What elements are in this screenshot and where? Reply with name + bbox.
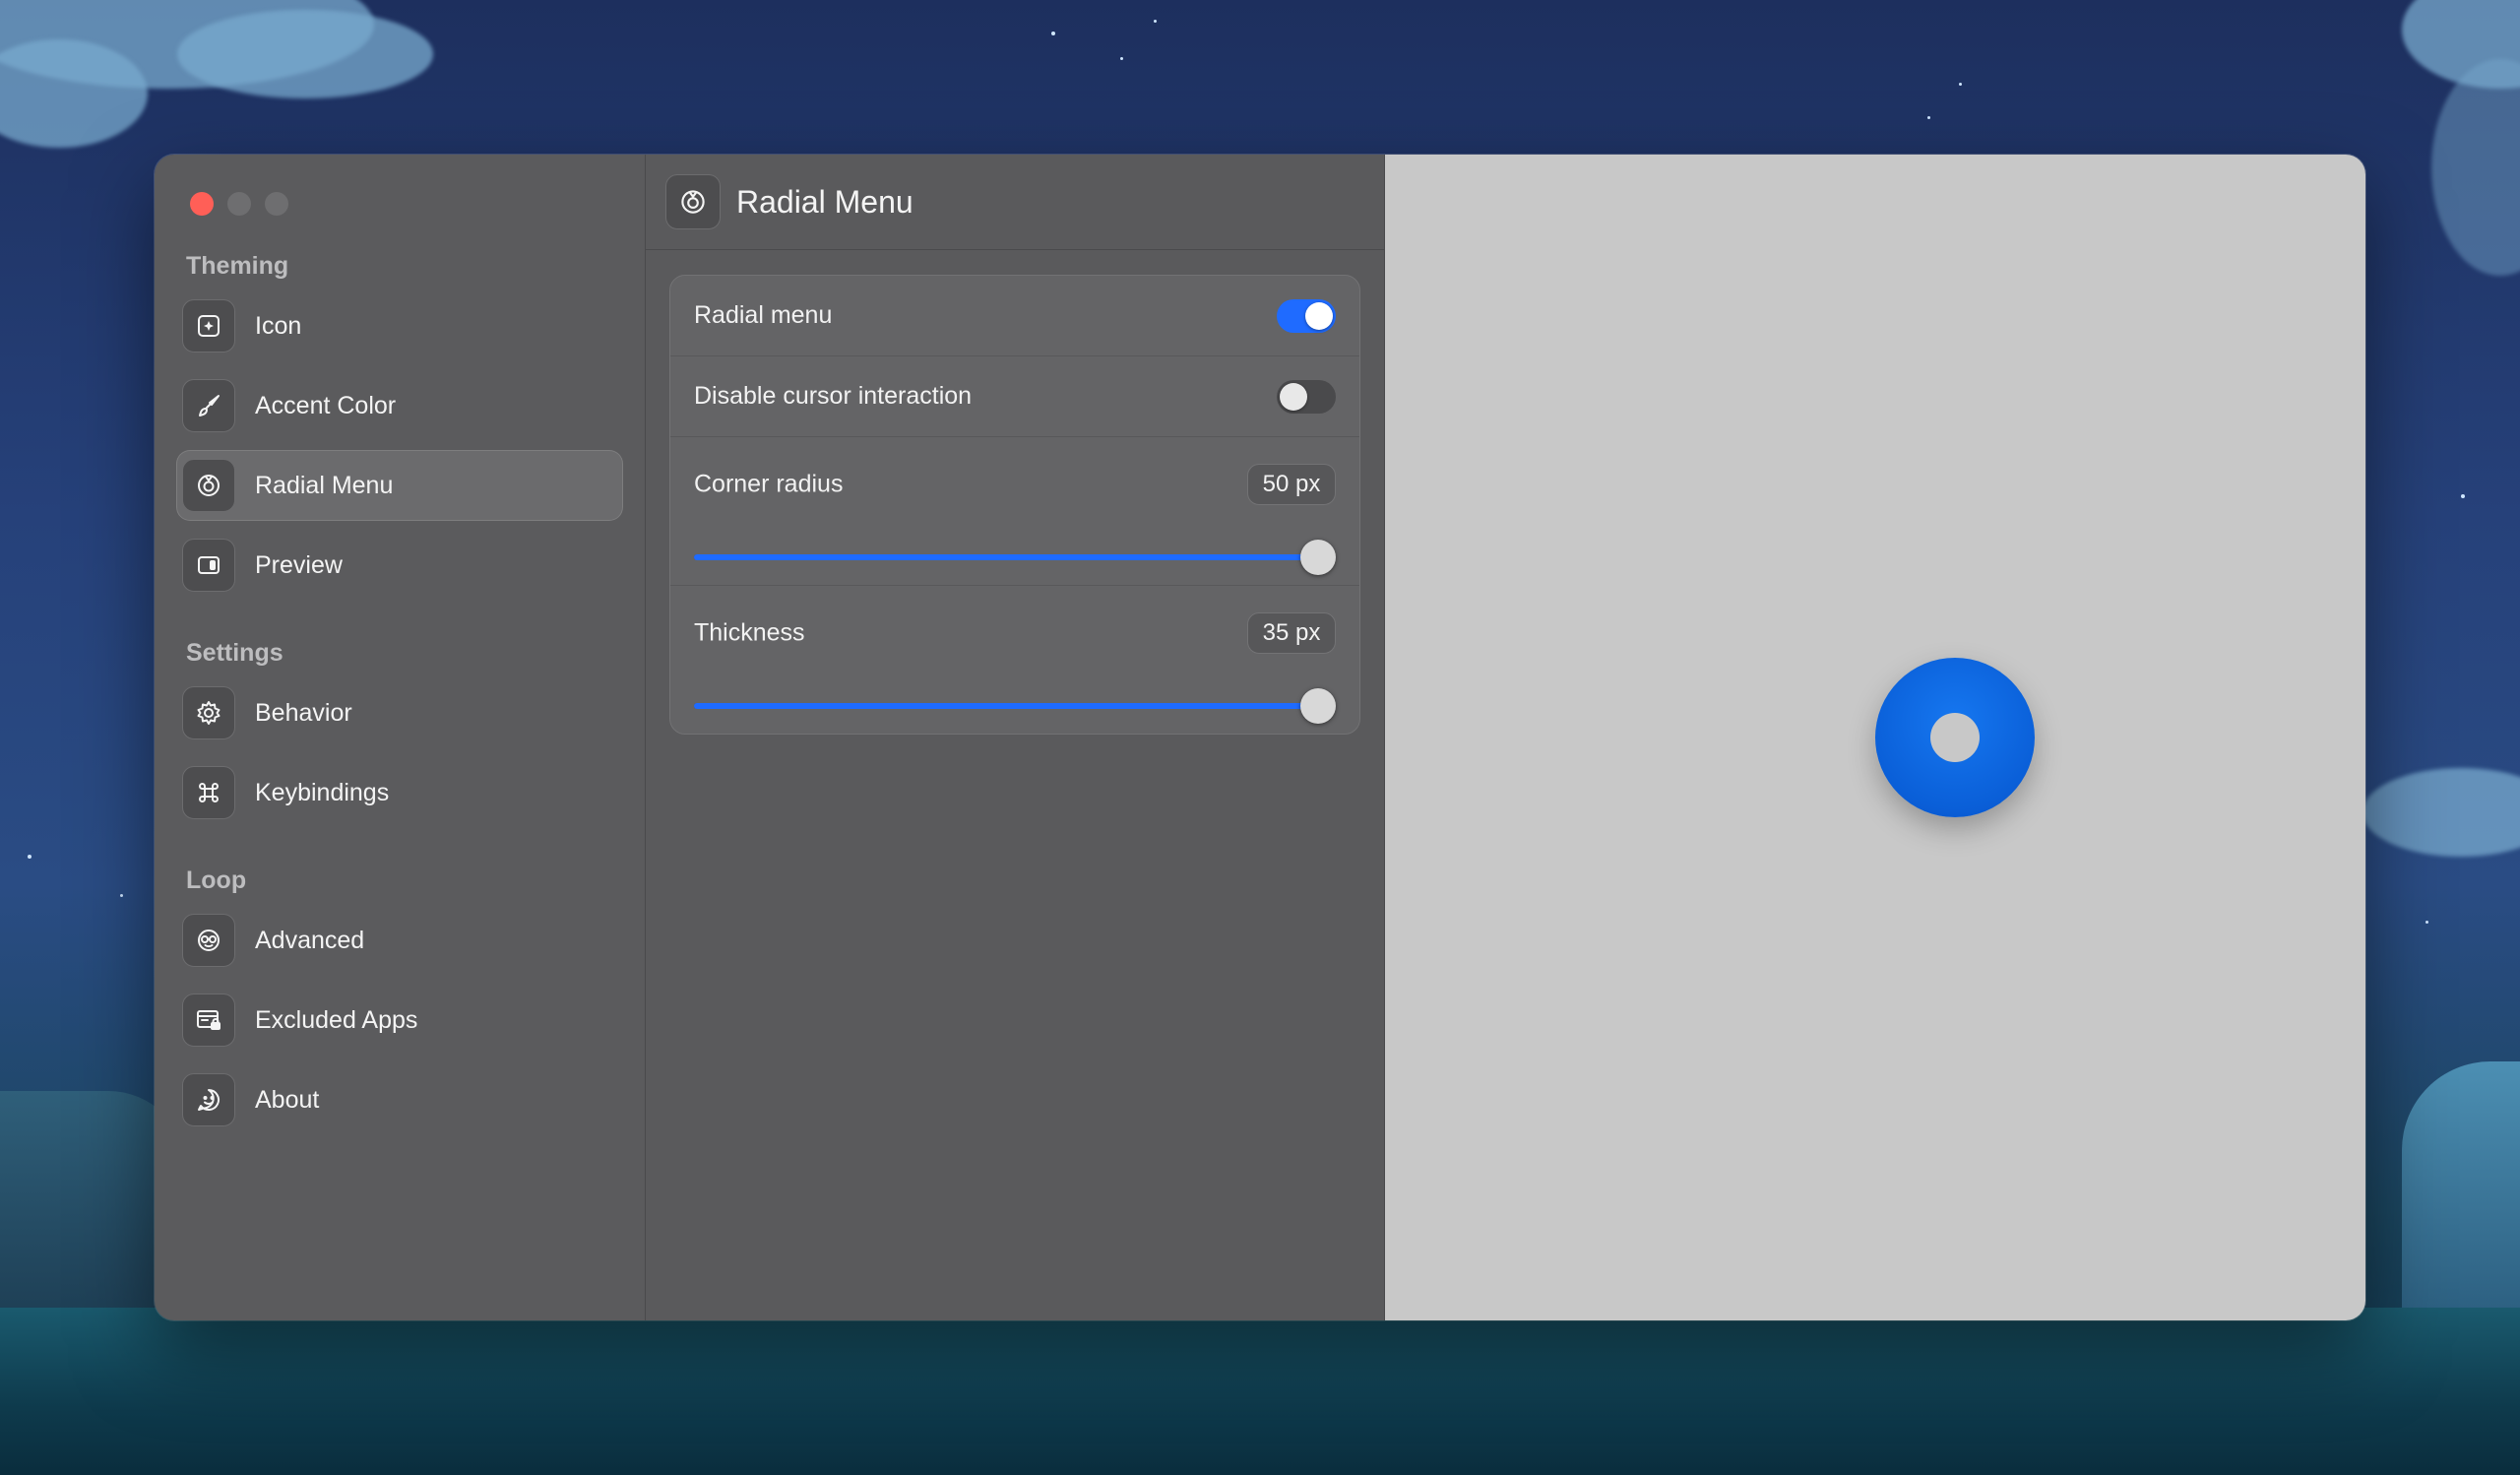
- radial-menu-preview: [1385, 155, 2365, 1320]
- star: [120, 894, 123, 897]
- slider-fill: [694, 554, 1318, 560]
- section-title: Theming: [186, 252, 289, 280]
- sidebar-item-accent-color[interactable]: Accent Color: [176, 370, 623, 441]
- toggle-knob: [1280, 383, 1307, 411]
- glasses-face-icon: [182, 914, 235, 967]
- corner-radius-row: Corner radius 50 px: [670, 437, 1359, 586]
- paintbrush-icon: [182, 379, 235, 432]
- thickness-value-field[interactable]: 35 px: [1247, 612, 1336, 654]
- radial-menu-toggle[interactable]: [1277, 299, 1336, 333]
- sea: [0, 1308, 2520, 1475]
- settings-card: Radial menu Disable cursor interaction C…: [669, 275, 1360, 735]
- radial-menu-center: [1930, 713, 1980, 762]
- thickness-label: Thickness: [694, 618, 805, 647]
- disable-cursor-label: Disable cursor interaction: [694, 382, 973, 410]
- sidebar-item-label: About: [255, 1085, 320, 1114]
- sidebar-item-excluded-apps[interactable]: Excluded Apps: [176, 985, 623, 1056]
- sidebar-item-label: Icon: [255, 311, 302, 340]
- window-lock-icon: [182, 994, 235, 1047]
- settings-window: Theming Icon Accent Color Radial Menu Pr…: [155, 155, 2365, 1320]
- page-title: Radial Menu: [736, 183, 914, 220]
- sidebar-item-advanced[interactable]: Advanced: [176, 905, 623, 976]
- star: [1154, 20, 1157, 23]
- cloud: [2362, 768, 2520, 857]
- star: [1051, 32, 1055, 35]
- window-controls: [190, 192, 288, 216]
- zoom-button[interactable]: [265, 192, 288, 216]
- corner-radius-value-field[interactable]: 50 px: [1247, 464, 1336, 505]
- disable-cursor-row: Disable cursor interaction: [670, 356, 1359, 437]
- island: [2402, 1061, 2520, 1317]
- corner-radius-slider[interactable]: [694, 540, 1336, 575]
- sidebar-item-radial-menu[interactable]: Radial Menu: [176, 450, 623, 521]
- sidebar-item-icon[interactable]: Icon: [176, 290, 623, 361]
- section-title: Loop: [186, 866, 247, 894]
- sidebar-item-label: Keybindings: [255, 778, 390, 806]
- section-title: Settings: [186, 639, 284, 667]
- radial-menu-ring: [1875, 658, 2035, 817]
- sidebar-item-about[interactable]: About: [176, 1064, 623, 1135]
- section-loop: Loop Advanced Excluded Apps About: [176, 864, 623, 1135]
- pane-header: Radial Menu: [646, 155, 1384, 250]
- sidebar-item-label: Accent Color: [255, 391, 397, 419]
- sidebar: Theming Icon Accent Color Radial Menu Pr…: [155, 155, 646, 1320]
- sidebar-item-label: Preview: [255, 550, 343, 579]
- app-icon-icon: [182, 299, 235, 353]
- radial-menu-icon: [665, 174, 721, 229]
- command-icon: [182, 766, 235, 819]
- settings-pane: Radial Menu Radial menu Disable cursor i…: [646, 155, 1385, 1320]
- slider-fill: [694, 703, 1318, 709]
- star: [2461, 494, 2465, 498]
- radial-menu-row: Radial menu: [670, 276, 1359, 356]
- sidebar-item-label: Advanced: [255, 926, 365, 954]
- slider-thumb[interactable]: [1300, 688, 1336, 724]
- close-button[interactable]: [190, 192, 214, 216]
- thickness-row: Thickness 35 px: [670, 586, 1359, 734]
- star: [2426, 921, 2428, 924]
- smiley-bubble-icon: [182, 1073, 235, 1126]
- slider-thumb[interactable]: [1300, 540, 1336, 575]
- sidebar-item-preview[interactable]: Preview: [176, 530, 623, 601]
- sidebar-item-label: Excluded Apps: [255, 1005, 418, 1034]
- sidebar-item-keybindings[interactable]: Keybindings: [176, 757, 623, 828]
- minimize-button[interactable]: [227, 192, 251, 216]
- sidebar-item-behavior[interactable]: Behavior: [176, 677, 623, 748]
- cloud: [177, 10, 433, 98]
- toggle-knob: [1305, 302, 1333, 330]
- sidebar-item-label: Behavior: [255, 698, 352, 727]
- section-theming: Theming Icon Accent Color Radial Menu Pr…: [176, 249, 623, 601]
- disable-cursor-toggle[interactable]: [1277, 380, 1336, 414]
- sidebar-preview-icon: [182, 539, 235, 592]
- star: [1120, 57, 1123, 60]
- star: [1959, 83, 1962, 86]
- radial-menu-label: Radial menu: [694, 301, 833, 329]
- cloud: [2431, 59, 2520, 276]
- radial-menu-icon: [182, 459, 235, 512]
- sidebar-item-label: Radial Menu: [255, 471, 394, 499]
- star: [1927, 116, 1930, 119]
- section-settings: Settings Behavior Keybindings: [176, 636, 623, 828]
- gear-icon: [182, 686, 235, 739]
- star: [28, 855, 32, 859]
- corner-radius-label: Corner radius: [694, 470, 844, 498]
- thickness-slider[interactable]: [694, 688, 1336, 724]
